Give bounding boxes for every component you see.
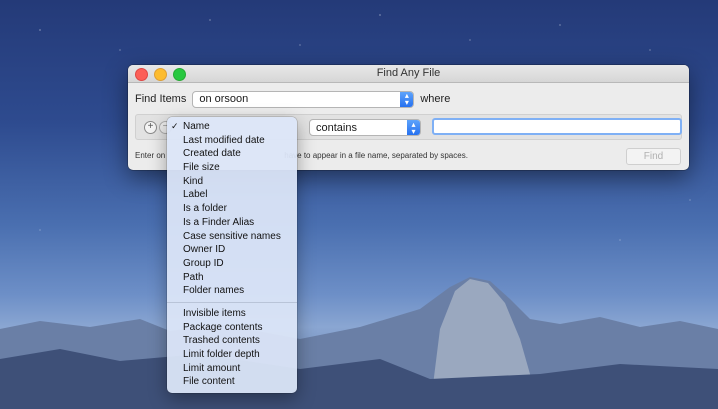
menu-item-label: File size <box>183 162 220 174</box>
menu-item[interactable]: Path <box>167 271 297 285</box>
menu-item[interactable]: Owner ID <box>167 243 297 257</box>
menu-item-label: Kind <box>183 175 204 187</box>
menu-item-label: Name <box>183 121 210 132</box>
traffic-lights <box>135 68 186 81</box>
menu-item[interactable]: Case sensitive names <box>167 230 297 244</box>
find-button[interactable]: Find <box>626 148 681 165</box>
checkmark-icon: ✓ <box>171 121 179 131</box>
menu-item-label: Limit folder depth <box>183 349 260 360</box>
menu-item-label: Is a folder <box>183 203 227 215</box>
close-button[interactable] <box>135 68 148 81</box>
menu-item[interactable]: Is a folder <box>167 202 297 216</box>
where-label: where <box>420 93 451 105</box>
menu-item-label: Limit amount <box>183 362 241 374</box>
menu-item[interactable]: Limit amount <box>167 362 297 376</box>
menu-item-label: Last modified date <box>183 134 265 146</box>
menu-item[interactable]: Folder names <box>167 284 297 298</box>
menu-group-attributes: ✓ Name Last modified date Created date File … <box>167 120 297 298</box>
popup-arrows-icon: ▴ ▾ <box>407 120 420 135</box>
menu-item[interactable]: Is a Finder Alias <box>167 216 297 230</box>
menu-item[interactable]: Label <box>167 188 297 202</box>
find-items-row: Find Items on orsoon ▴ ▾ where <box>135 90 450 108</box>
hint-text-end: have to appear in a file name, separated… <box>284 151 468 160</box>
menu-item-label: Owner ID <box>183 244 226 256</box>
hint-text-start: Enter on <box>135 151 166 160</box>
attribute-dropdown-menu: ✓ Name Last modified date Created date File … <box>167 117 297 393</box>
popup-arrows-icon: ▴ ▾ <box>400 91 414 107</box>
menu-item[interactable]: Group ID <box>167 257 297 271</box>
window-title: Find Any File <box>376 67 441 79</box>
add-criterion-button[interactable]: + <box>144 121 157 134</box>
operator-value: contains <box>316 121 357 134</box>
menu-item-label: Case sensitive names <box>183 230 281 242</box>
menu-item[interactable]: File content <box>167 375 297 389</box>
menu-item-label: Created date <box>183 148 241 160</box>
menu-item[interactable]: Invisible items <box>167 307 297 321</box>
menu-item[interactable]: ✓ Name <box>167 120 297 134</box>
menu-group-options: Invisible items Package contents Trashed c… <box>167 307 297 389</box>
location-popup[interactable]: on orsoon ▴ ▾ <box>192 90 415 108</box>
operator-popup[interactable]: contains ▴ ▾ <box>309 119 421 136</box>
menu-item[interactable]: Last modified date <box>167 134 297 148</box>
menu-item-label: Group ID <box>183 257 224 269</box>
menu-item-label: Folder names <box>183 285 245 297</box>
menu-item-label: File content <box>183 376 235 388</box>
menu-item-label: Trashed contents <box>183 335 260 347</box>
desktop-wallpaper-mountains <box>0 277 718 409</box>
search-text-field[interactable] <box>432 118 682 135</box>
menu-item[interactable]: Package contents <box>167 321 297 335</box>
menu-item[interactable]: File size <box>167 161 297 175</box>
menu-item-label: Invisible items <box>183 307 246 319</box>
menu-item-label: Label <box>183 189 208 201</box>
menu-item-label: Package contents <box>183 321 263 333</box>
menu-item-label: Path <box>183 271 204 283</box>
title-bar[interactable]: Find Any File <box>128 65 689 83</box>
menu-item[interactable]: Created date <box>167 147 297 161</box>
zoom-button[interactable] <box>173 68 186 81</box>
minimize-button[interactable] <box>154 68 167 81</box>
menu-separator <box>167 301 297 303</box>
menu-item[interactable]: Limit folder depth <box>167 348 297 362</box>
menu-item[interactable]: Trashed contents <box>167 334 297 348</box>
location-value: on orsoon <box>199 93 249 105</box>
menu-item-label: Is a Finder Alias <box>183 216 255 228</box>
menu-item[interactable]: Kind <box>167 175 297 189</box>
find-items-label: Find Items <box>135 93 187 105</box>
